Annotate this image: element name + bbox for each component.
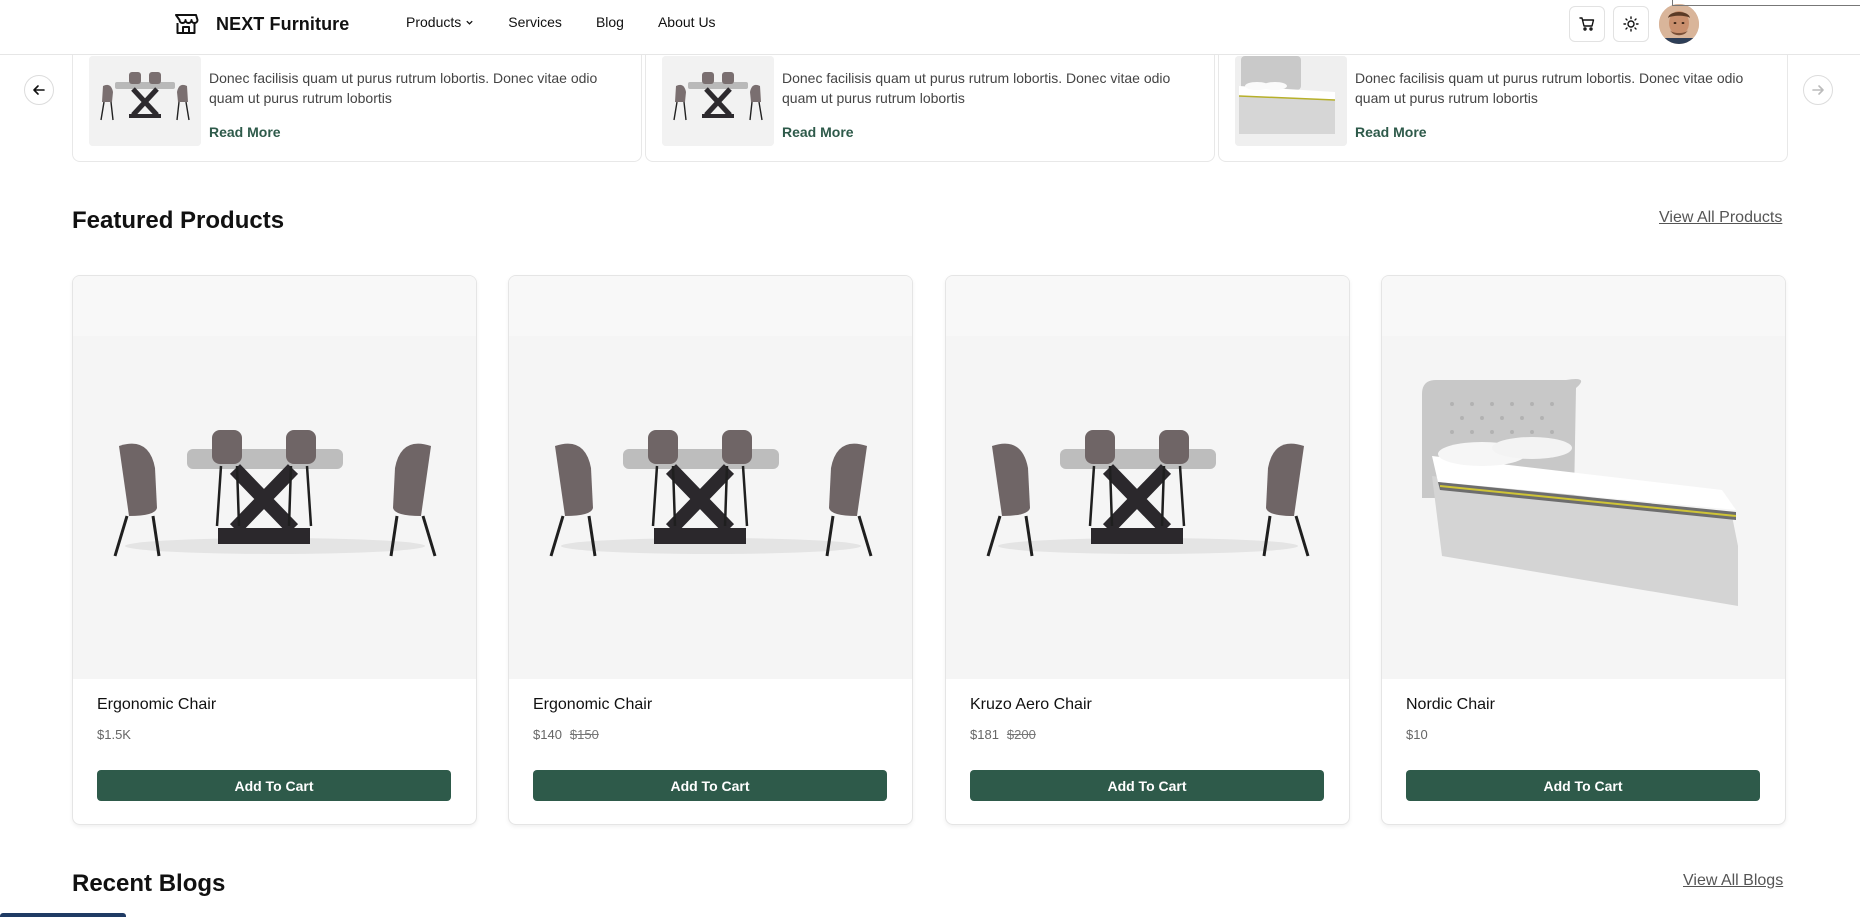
product-image-dining-set[interactable] (946, 276, 1349, 679)
arrow-left-icon (33, 85, 45, 95)
product-name[interactable]: Ergonomic Chair (533, 696, 652, 714)
product-price: $1.5K (97, 727, 131, 742)
current-price: $10 (1406, 727, 1428, 742)
nav-products[interactable]: Products (406, 14, 474, 30)
slider-next-button[interactable] (1803, 75, 1833, 105)
add-to-cart-button[interactable]: Add To Cart (970, 770, 1324, 801)
product-image-dining-set[interactable] (73, 276, 476, 679)
main-nav: Products Services Blog About Us (406, 14, 750, 30)
tooltip-edge (1672, 0, 1860, 6)
slider-prev-button[interactable] (24, 75, 54, 105)
product-name[interactable]: Kruzo Aero Chair (970, 696, 1092, 714)
sun-icon (1623, 16, 1639, 32)
add-to-cart-button[interactable]: Add To Cart (533, 770, 887, 801)
nav-products-label: Products (406, 14, 462, 30)
current-price: $1.5K (97, 727, 131, 742)
read-more-link[interactable]: Read More (782, 124, 854, 140)
read-more-link[interactable]: Read More (1355, 124, 1427, 140)
floating-widget-edge[interactable] (0, 913, 126, 917)
product-image-bed[interactable] (1382, 276, 1785, 679)
product-price: $181 $200 (970, 727, 1036, 742)
nav-about-us[interactable]: About Us (658, 14, 716, 30)
product-name[interactable]: Ergonomic Chair (97, 696, 216, 714)
cart-icon (1579, 17, 1595, 31)
theme-toggle-button[interactable] (1613, 6, 1649, 42)
product-card[interactable]: Nordic Chair $10 Add To Cart (1381, 275, 1786, 825)
blog-card[interactable]: Donec facilisis quam ut purus rutrum lob… (645, 44, 1215, 162)
product-card[interactable]: Ergonomic Chair $140 $150 Add To Cart (508, 275, 913, 825)
original-price: $200 (1006, 727, 1036, 742)
blog-card[interactable]: Donec facilisis quam ut purus rutrum lob… (1218, 44, 1788, 162)
current-price: $181 (970, 727, 999, 742)
nav-blog[interactable]: Blog (596, 14, 624, 30)
product-card[interactable]: Ergonomic Chair $1.5K Add To Cart (72, 275, 477, 825)
user-avatar[interactable] (1659, 4, 1699, 44)
add-to-cart-button[interactable]: Add To Cart (97, 770, 451, 801)
featured-products-title: Featured Products (72, 207, 285, 234)
original-price: $150 (569, 727, 599, 742)
arrow-right-icon (1812, 85, 1824, 95)
current-price: $140 (533, 727, 562, 742)
product-price: $140 $150 (533, 727, 599, 742)
cart-button[interactable] (1569, 6, 1605, 42)
product-image-dining-set[interactable] (509, 276, 912, 679)
brand-logo[interactable]: NEXT Furniture (172, 10, 349, 38)
blog-excerpt: Donec facilisis quam ut purus rutrum lob… (209, 70, 598, 106)
blog-excerpt: Donec facilisis quam ut purus rutrum lob… (782, 70, 1171, 106)
product-price: $10 (1406, 727, 1428, 742)
add-to-cart-button[interactable]: Add To Cart (1406, 770, 1760, 801)
blog-thumbnail-dining-set (662, 56, 774, 146)
recent-blogs-title: Recent Blogs (72, 870, 226, 897)
blog-card[interactable]: Donec facilisis quam ut purus rutrum lob… (72, 44, 642, 162)
product-card[interactable]: Kruzo Aero Chair $181 $200 Add To Cart (945, 275, 1350, 825)
site-header: NEXT Furniture Products Services Blog Ab… (0, 0, 1860, 55)
nav-services[interactable]: Services (508, 14, 562, 30)
read-more-link[interactable]: Read More (209, 124, 281, 140)
view-all-blogs-link[interactable]: View All Blogs (1683, 872, 1783, 890)
chevron-down-icon (466, 20, 473, 25)
storefront-icon (172, 10, 200, 38)
product-name[interactable]: Nordic Chair (1406, 696, 1495, 714)
blog-thumbnail-bed (1235, 56, 1347, 146)
blog-excerpt: Donec facilisis quam ut purus rutrum lob… (1355, 70, 1744, 106)
view-all-products-link[interactable]: View All Products (1659, 209, 1782, 227)
brand-name: NEXT Furniture (216, 13, 350, 34)
blog-thumbnail-dining-set (89, 56, 201, 146)
